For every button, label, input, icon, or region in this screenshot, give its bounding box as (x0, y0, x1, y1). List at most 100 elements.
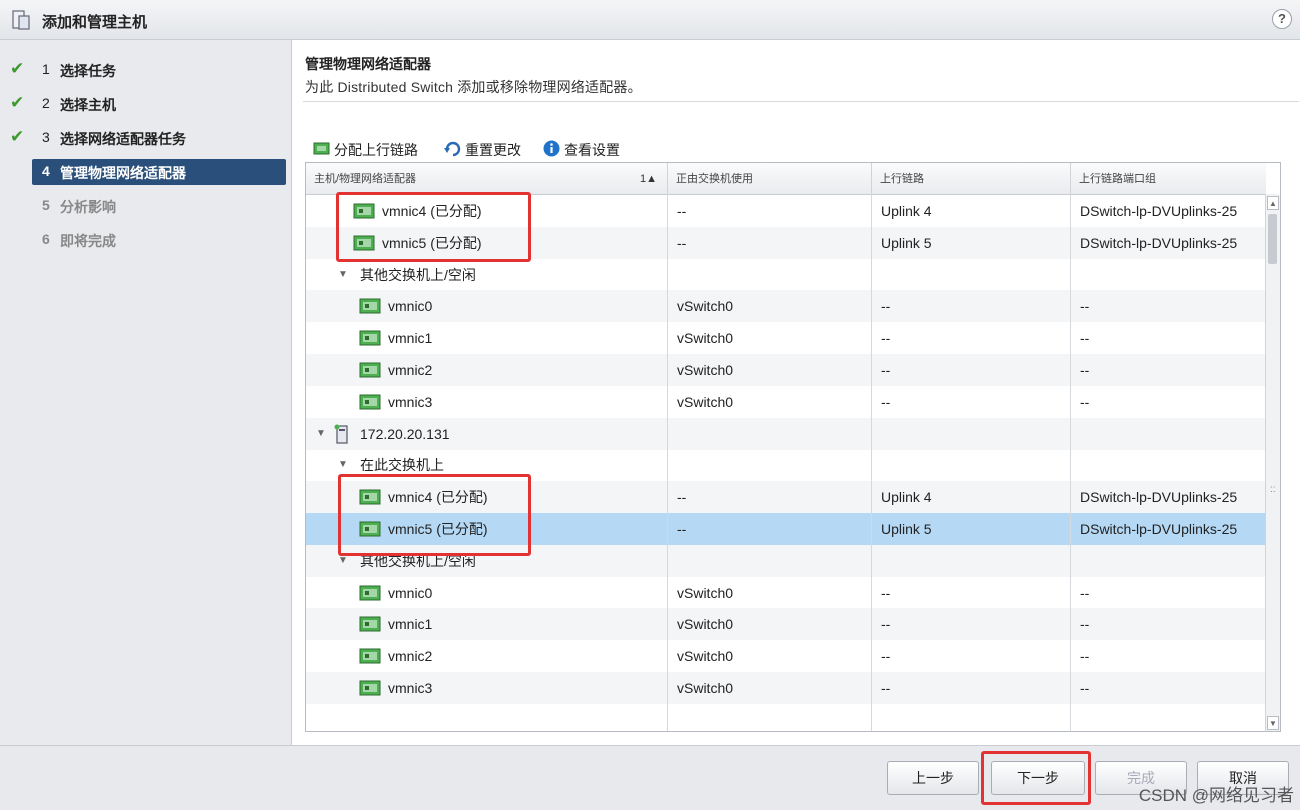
uplink-portgroup-cell: -- (1080, 362, 1090, 378)
page-title: 管理物理网络适配器 (305, 56, 431, 72)
adapter-row[interactable]: vmnic0 vSwitch0 -- -- (306, 290, 1266, 323)
in-use-by-switch: -- (677, 521, 687, 537)
in-use-by-switch: vSwitch0 (677, 330, 734, 347)
uplink-portgroup-cell: -- (1080, 584, 1090, 601)
info-icon (543, 140, 560, 157)
adapter-row[interactable]: vmnic2 vSwitch0 -- -- (306, 640, 1266, 672)
adapter-name: vmnic1 (388, 330, 433, 347)
step-label: 即将完成 (60, 233, 116, 249)
step-select-adapter-tasks[interactable]: ✔ 3 选择网络适配器任务 (0, 124, 292, 152)
step-manage-physical-adapters[interactable]: 4 管理物理网络适配器 (0, 158, 292, 186)
uplink-portgroup-cell: DSwitch-lp-DVUplinks-25 (1080, 521, 1238, 537)
grid-header: 主机/物理网络适配器 1▲ 正由交换机使用 上行链路 上行链路端口组 (306, 163, 1266, 195)
collapse-triangle-icon[interactable]: ▼ (316, 418, 326, 450)
adapter-row[interactable]: vmnic1 vSwitch0 -- -- (306, 322, 1266, 354)
column-divider (871, 194, 872, 731)
in-use-by-switch: vSwitch0 (677, 298, 734, 315)
step-label: 分析影响 (60, 199, 116, 215)
column-divider (667, 194, 668, 731)
step-number: 6 (42, 231, 50, 247)
annotation-box (336, 192, 531, 262)
resize-grip-icon: :: (1270, 484, 1276, 495)
page-description: 为此 Distributed Switch 添加或移除物理网络适配器。 (305, 79, 642, 95)
collapse-triangle-icon[interactable]: ▼ (338, 259, 348, 291)
annotation-box (338, 474, 531, 556)
scroll-thumb[interactable] (1268, 214, 1277, 264)
in-use-by-switch: vSwitch0 (677, 616, 734, 633)
adapter-name: vmnic3 (388, 680, 433, 696)
step-label: 选择任务 (60, 63, 116, 79)
watermark: CSDN @网络见习者 (1138, 786, 1294, 805)
adapter-name: vmnic0 (388, 298, 433, 315)
adapter-name: vmnic1 (388, 616, 433, 633)
in-use-by-switch: vSwitch0 (677, 680, 734, 696)
adapter-name: vmnic2 (388, 362, 433, 378)
uplink-cell: -- (881, 362, 891, 378)
uplink-cell: -- (881, 298, 891, 315)
step-select-hosts[interactable]: ✔ 2 选择主机 (0, 90, 292, 118)
column-header-label: 主机/物理网络适配器 (314, 173, 417, 185)
nic-icon (359, 616, 381, 632)
nic-icon (359, 362, 381, 378)
uplink-portgroup-cell: -- (1080, 680, 1090, 696)
step-label: 选择网络适配器任务 (60, 131, 186, 147)
in-use-by-switch: vSwitch0 (677, 648, 734, 665)
assign-uplink-label: 分配上行链路 (334, 142, 418, 158)
adapter-row[interactable]: vmnic3 vSwitch0 -- -- (306, 672, 1266, 704)
main-content: 管理物理网络适配器 为此 Distributed Switch 添加或移除物理网… (293, 40, 1300, 745)
uplink-cell: -- (881, 393, 891, 410)
uplink-portgroup-cell: -- (1080, 298, 1090, 315)
reset-changes-label: 重置更改 (465, 142, 521, 158)
in-use-by-switch: -- (677, 234, 687, 251)
wizard-footer: 上一步 下一步 完成 取消 CSDN @网络见习者 (0, 745, 1300, 810)
in-use-by-switch: -- (677, 203, 687, 219)
adapter-row[interactable]: vmnic1 vSwitch0 -- -- (306, 608, 1266, 641)
uplink-portgroup-cell: -- (1080, 330, 1090, 347)
host-row[interactable]: ▼ 172.20.20.131 (306, 417, 1266, 450)
checkmark-icon: ✔ (10, 59, 25, 78)
uplink-cell: -- (881, 584, 891, 601)
step-ready-to-complete: 6 即将完成 (0, 226, 292, 254)
uplink-cell: -- (881, 616, 891, 633)
annotation-box (981, 751, 1091, 805)
column-header-uplink-portgroup[interactable]: 上行链路端口组 (1071, 163, 1266, 194)
back-button[interactable]: 上一步 (887, 761, 979, 795)
checkmark-icon: ✔ (10, 127, 25, 146)
wizard-steps: ✔ 1 选择任务 ✔ 2 选择主机 ✔ 3 选择网络适配器任务 4 管理物理网络… (0, 40, 292, 745)
sort-ascending-icon[interactable]: 1▲ (640, 163, 657, 196)
step-number: 3 (42, 129, 50, 145)
divider (303, 101, 1299, 102)
adapter-name: vmnic0 (388, 584, 433, 601)
step-number: 5 (42, 197, 50, 213)
group-row[interactable]: ▼ 其他交换机上/空闲 (306, 259, 1266, 291)
uplink-cell: Uplink 5 (881, 234, 932, 251)
column-divider (1070, 194, 1071, 731)
column-header-label: 上行链路端口组 (1079, 173, 1156, 185)
in-use-by-switch: vSwitch0 (677, 393, 734, 410)
column-header-uplink[interactable]: 上行链路 (872, 163, 1071, 194)
checkmark-icon: ✔ (10, 93, 25, 112)
column-header-in-use-by-switch[interactable]: 正由交换机使用 (668, 163, 872, 194)
uplink-portgroup-cell: DSwitch-lp-DVUplinks-25 (1080, 489, 1238, 506)
nic-icon (359, 648, 381, 664)
column-header-label: 上行链路 (880, 173, 924, 185)
wizard-icon (12, 10, 30, 30)
adapter-row[interactable]: vmnic0 vSwitch0 -- -- (306, 577, 1266, 609)
adapter-row[interactable]: vmnic3 vSwitch0 -- -- (306, 386, 1266, 418)
step-select-task[interactable]: ✔ 1 选择任务 (0, 56, 292, 84)
scroll-up-icon[interactable]: ▲ (1267, 196, 1279, 210)
step-number: 1 (42, 61, 50, 77)
uplink-portgroup-cell: -- (1080, 648, 1090, 665)
nic-icon (359, 330, 381, 346)
vertical-scrollbar[interactable]: ▲ :: ▼ (1265, 194, 1280, 731)
view-settings-label: 查看设置 (564, 142, 620, 158)
uplink-cell: -- (881, 680, 891, 696)
group-label: 其他交换机上/空闲 (360, 266, 476, 283)
scroll-down-icon[interactable]: ▼ (1267, 716, 1279, 730)
nic-icon (359, 680, 381, 696)
column-header-host-adapter[interactable]: 主机/物理网络适配器 (306, 163, 668, 194)
help-icon[interactable]: ? (1272, 9, 1292, 29)
adapter-row[interactable]: vmnic2 vSwitch0 -- -- (306, 354, 1266, 386)
adapter-name: vmnic3 (388, 393, 433, 410)
step-number: 2 (42, 95, 50, 111)
